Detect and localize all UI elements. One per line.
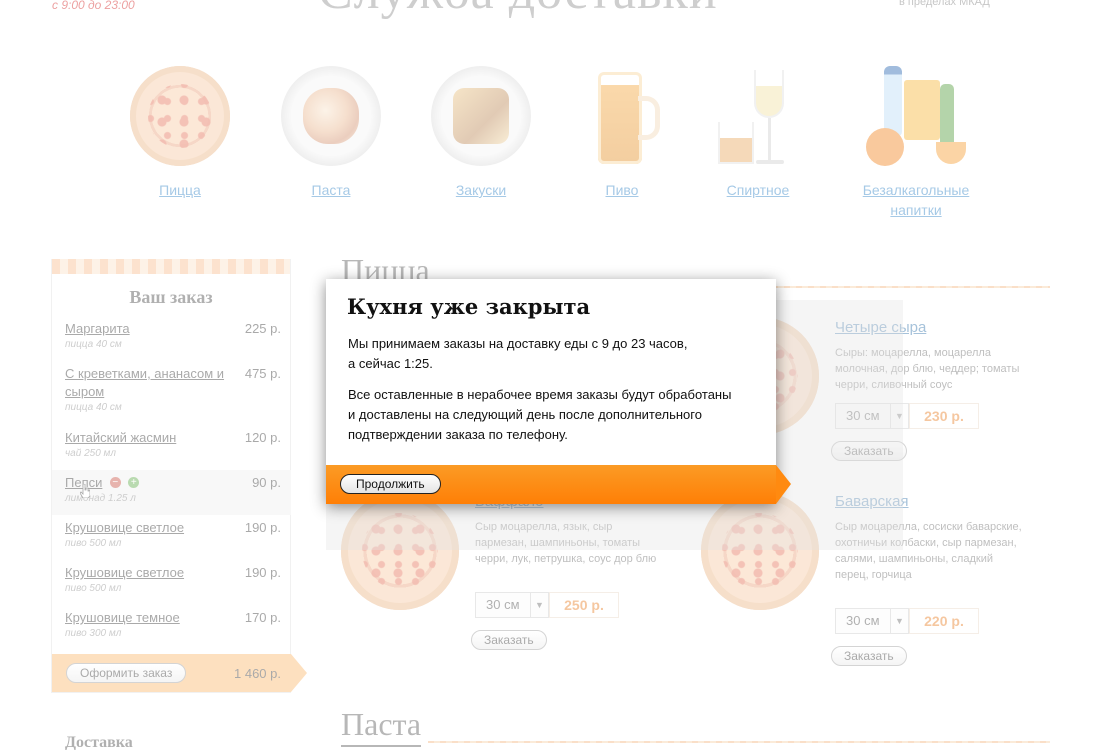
- site-title: Служба доставки: [318, 0, 718, 21]
- order-item-sub: пиво 300 мл: [65, 628, 122, 639]
- order-item-price: 475 р.: [244, 366, 281, 381]
- category-link-pizza[interactable]: Пицца: [130, 180, 230, 200]
- size-select[interactable]: 30 см ▼: [835, 608, 909, 634]
- order-footer: Оформить заказ 1 460 р.: [52, 654, 307, 692]
- size-select-value: 30 см: [846, 613, 880, 628]
- dialog-footer: Продолжить: [326, 465, 791, 504]
- spirits-glasses-icon: [708, 66, 808, 166]
- dialog-text-line: Все оставленные в нерабочее время заказы…: [348, 387, 732, 402]
- order-item: Маргарита пицца 40 см 225 р.: [52, 316, 291, 361]
- category-link-snacks[interactable]: Закуски: [431, 180, 531, 200]
- working-hours: с 9:00 до 23:00: [52, 0, 135, 12]
- order-item-name[interactable]: Крушовице темное: [65, 609, 230, 627]
- order-item-name[interactable]: Маргарита: [65, 320, 230, 338]
- product-price: 250 р.: [549, 592, 619, 618]
- increase-quantity-icon[interactable]: +: [128, 477, 140, 489]
- pasta-plate-icon: [281, 66, 381, 166]
- order-item-sub: пиво 500 мл: [65, 538, 122, 549]
- order-list: Маргарита пицца 40 см 225 р. С креветкам…: [52, 316, 291, 650]
- size-select[interactable]: 30 см ▼: [475, 592, 549, 618]
- order-item-price: 190 р.: [244, 565, 281, 580]
- order-item: Крушовице светлое пиво 500 мл 190 р.: [52, 560, 291, 605]
- order-product-button[interactable]: Заказать: [471, 630, 547, 650]
- dropdown-arrow-icon[interactable]: ▼: [530, 593, 548, 617]
- pizza-icon: [130, 66, 230, 166]
- dialog-message-after-hours: Все оставленные в нерабочее время заказы…: [348, 385, 758, 445]
- order-item: Китайский жасмин чай 250 мл 120 р.: [52, 425, 291, 470]
- order-item-name[interactable]: Крушовице светлое: [65, 519, 230, 537]
- product-price: 230 р.: [909, 403, 979, 429]
- dialog-text-line: и доставлены на следующий день после доп…: [348, 407, 702, 422]
- soft-drinks-icon: [866, 66, 966, 166]
- order-product-button[interactable]: Заказать: [831, 646, 907, 666]
- order-item: С креветками, ананасом и сыром пицца 40 …: [52, 361, 291, 425]
- order-title: Ваш заказ: [129, 287, 213, 307]
- category-snacks[interactable]: Закуски: [431, 66, 531, 200]
- order-item-name[interactable]: Крушовице светлое: [65, 564, 230, 582]
- category-link-soft-drinks[interactable]: Безалкагольные напитки: [846, 180, 986, 220]
- order-total: 1 460 р.: [234, 666, 281, 681]
- category-spirits[interactable]: Спиртное: [708, 66, 808, 200]
- category-pasta[interactable]: Паста: [281, 66, 381, 200]
- order-item-sub: чай 250 мл: [65, 448, 117, 459]
- snacks-plate-icon: [431, 66, 531, 166]
- section-title-pasta: Паста: [341, 706, 422, 747]
- category-link-beer[interactable]: Пиво: [572, 180, 672, 200]
- kitchen-closed-dialog: Кухня уже закрыта Мы принимаем заказы на…: [326, 279, 791, 504]
- order-item-price: 170 р.: [244, 610, 281, 625]
- order-panel-stripes: [52, 259, 290, 274]
- product-price: 220 р.: [909, 608, 979, 634]
- order-item-name[interactable]: С креветками, ананасом и сыром: [65, 365, 230, 401]
- dialog-title: Кухня уже закрыта: [347, 294, 591, 319]
- category-soft-drinks[interactable]: Безалкагольные напитки: [846, 66, 986, 220]
- delivery-heading: Доставка: [65, 734, 133, 750]
- dialog-text-line: подтверждении заказа по телефону.: [348, 427, 568, 442]
- order-item: Крушовице темное пиво 300 мл 170 р.: [52, 605, 291, 650]
- continue-button[interactable]: Продолжить: [340, 474, 441, 494]
- dialog-message-hours: Мы принимаем заказы на доставку еды с 9 …: [348, 334, 758, 374]
- order-item-sub: пицца 40 см: [65, 339, 122, 350]
- section-divider: [428, 741, 1050, 743]
- order-item-name[interactable]: Китайский жасмин: [65, 429, 230, 447]
- delivery-zone: в пределах МКАД: [899, 0, 990, 8]
- dialog-text-line: Мы принимаем заказы на доставку еды с 9 …: [348, 336, 688, 351]
- order-item-price: 225 р.: [244, 321, 281, 336]
- beer-mug-icon: [572, 66, 672, 166]
- order-item-price: 190 р.: [244, 520, 281, 535]
- checkout-button[interactable]: Оформить заказ: [66, 663, 187, 683]
- category-pizza[interactable]: Пицца: [130, 66, 230, 200]
- category-beer[interactable]: Пиво: [572, 66, 672, 200]
- decrease-quantity-icon[interactable]: −: [109, 477, 121, 489]
- order-item-sub: лимонад 1.25 л: [65, 493, 136, 504]
- order-item: Крушовице светлое пиво 500 мл 190 р.: [52, 515, 291, 560]
- order-panel: Ваш заказ Маргарита пицца 40 см 225 р. С…: [51, 259, 307, 693]
- order-item-price: 120 р.: [244, 430, 281, 445]
- dropdown-arrow-icon[interactable]: ▼: [890, 609, 908, 633]
- order-item-sub: пицца 40 см: [65, 402, 122, 413]
- size-select-value: 30 см: [486, 597, 520, 612]
- dialog-text-line: а сейчас 1:25.: [348, 356, 433, 371]
- category-link-spirits[interactable]: Спиртное: [708, 180, 808, 200]
- order-item-sub: пиво 500 мл: [65, 583, 122, 594]
- hand-cursor-icon: [80, 484, 90, 498]
- order-item-price: 90 р.: [252, 475, 281, 490]
- category-link-pasta[interactable]: Паста: [281, 180, 381, 200]
